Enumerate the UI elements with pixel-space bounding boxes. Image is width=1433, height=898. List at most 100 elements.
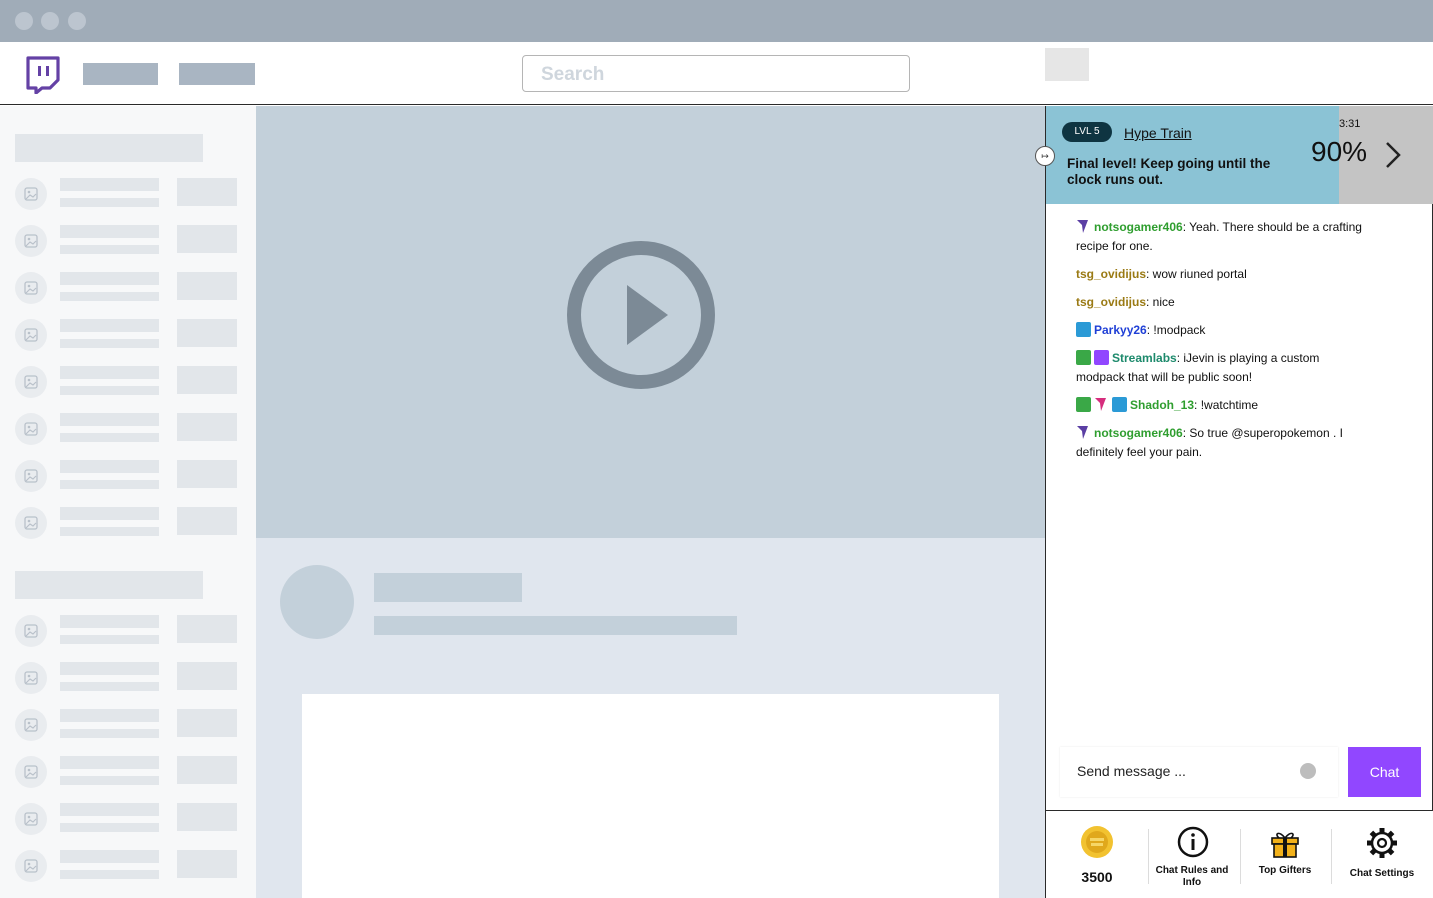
- divider: [1240, 829, 1241, 884]
- sidebar-channel-item[interactable]: [15, 507, 240, 541]
- chat-message-text: : !modpack: [1146, 323, 1206, 337]
- image-placeholder-icon: [15, 709, 47, 741]
- chat-settings-label: Chat Settings: [1349, 868, 1415, 879]
- sidebar-channel-item[interactable]: [15, 803, 240, 837]
- video-player[interactable]: [256, 106, 1045, 538]
- chat-message: tsg_ovidijus: wow riuned portal: [1076, 265, 1366, 284]
- image-placeholder-icon: [15, 225, 47, 257]
- sidebar-channel-item[interactable]: [15, 366, 240, 400]
- viewer-count-placeholder: [177, 272, 237, 300]
- emoji-icon[interactable]: [1300, 763, 1316, 779]
- sidebar: [0, 106, 256, 898]
- chevron-right-icon[interactable]: [1383, 140, 1403, 170]
- chat-settings-button[interactable]: Chat Settings: [1337, 811, 1427, 898]
- channel-title-placeholder: [374, 616, 737, 635]
- collapse-chat-icon[interactable]: ↦: [1035, 146, 1055, 166]
- sidebar-channel-item[interactable]: [15, 709, 240, 743]
- chat-message: Shadoh_13: !watchtime: [1076, 396, 1366, 415]
- sidebar-channel-item[interactable]: [15, 319, 240, 353]
- chat-message: tsg_ovidijus: nice: [1076, 293, 1366, 312]
- channel-game-placeholder: [60, 776, 159, 785]
- coins-button[interactable]: 3500: [1060, 811, 1150, 898]
- chat-username[interactable]: Shadoh_13: [1130, 398, 1194, 412]
- sidebar-channel-item[interactable]: [15, 615, 240, 649]
- sidebar-channel-item[interactable]: [15, 460, 240, 494]
- sidebar-channel-item[interactable]: [15, 662, 240, 696]
- chat-username[interactable]: Parkyy26: [1094, 323, 1147, 337]
- close-window-button[interactable]: [15, 12, 33, 30]
- nav-link-placeholder[interactable]: [83, 63, 158, 85]
- twitch-logo-icon[interactable]: [24, 56, 60, 94]
- chat-message: Parkyy26: !modpack: [1076, 321, 1366, 340]
- channel-game-placeholder: [60, 635, 159, 644]
- chat-username[interactable]: notsogamer406: [1094, 426, 1183, 440]
- chat-panel: LVL 5 Hype Train Final level! Keep going…: [1035, 106, 1433, 898]
- prime-badge-icon[interactable]: [1076, 425, 1091, 440]
- divider: [1148, 829, 1149, 884]
- chat-rules-button[interactable]: Chat Rules and Info: [1150, 811, 1240, 898]
- channel-name-placeholder: [60, 662, 159, 675]
- channel-avatar[interactable]: [280, 565, 354, 639]
- chat-message: notsogamer406: So true @superopokemon . …: [1076, 424, 1366, 462]
- image-placeholder-icon: [15, 366, 47, 398]
- sidebar-channel-item[interactable]: [15, 225, 240, 259]
- title-bar: [0, 0, 1433, 42]
- sidebar-channel-item[interactable]: [15, 413, 240, 447]
- moderator-badge-icon[interactable]: [1076, 350, 1091, 365]
- play-icon[interactable]: [565, 239, 717, 391]
- prime-badge-icon[interactable]: [1094, 397, 1109, 412]
- viewer-count-placeholder: [177, 709, 237, 737]
- hype-train-progress: 90%: [1311, 136, 1368, 167]
- info-panel: [302, 694, 999, 898]
- image-placeholder-icon: [15, 662, 47, 694]
- chat-bottom-bar: 3500 Chat Rules and Info Top Gifters Cha…: [1046, 810, 1433, 898]
- hype-train-title[interactable]: Hype Train: [1124, 125, 1192, 141]
- chat-username[interactable]: Streamlabs: [1112, 351, 1177, 365]
- sidebar-section-heading: [15, 134, 203, 162]
- coin-count: 3500: [1081, 869, 1113, 885]
- image-placeholder-icon: [15, 803, 47, 835]
- channel-game-placeholder: [60, 527, 159, 536]
- channel-name-placeholder: [60, 366, 159, 379]
- app-window: Search LVL 5 Hype Train Final level! Kee…: [0, 0, 1433, 898]
- image-placeholder-icon: [15, 319, 47, 351]
- sidebar-section-heading: [15, 571, 203, 599]
- nav-action-placeholder[interactable]: [1045, 48, 1089, 81]
- sidebar-channel-item[interactable]: [15, 850, 240, 884]
- moderator-badge-icon[interactable]: [1076, 397, 1091, 412]
- minimize-window-button[interactable]: [41, 12, 59, 30]
- top-gifters-label: Top Gifters: [1258, 865, 1312, 876]
- chat-username[interactable]: tsg_ovidijus: [1076, 295, 1146, 309]
- search-input[interactable]: Search: [522, 55, 910, 92]
- channel-name-placeholder: [374, 573, 522, 602]
- image-placeholder-icon: [15, 850, 47, 882]
- chat-send-button[interactable]: Chat: [1348, 747, 1421, 797]
- top-nav: Search: [0, 42, 1433, 105]
- top-gifters-button[interactable]: Top Gifters: [1242, 811, 1332, 898]
- sidebar-channel-item[interactable]: [15, 756, 240, 790]
- image-placeholder-icon: [15, 507, 47, 539]
- viewer-count-placeholder: [177, 803, 237, 831]
- sidebar-channel-item[interactable]: [15, 178, 240, 212]
- chat-message-text: : !watchtime: [1194, 398, 1259, 412]
- hype-train-banner[interactable]: LVL 5 Hype Train Final level! Keep going…: [1046, 106, 1433, 204]
- verified-badge-icon[interactable]: [1094, 350, 1109, 365]
- channel-name-placeholder: [60, 507, 159, 520]
- chat-username[interactable]: tsg_ovidijus: [1076, 267, 1146, 281]
- channel-game-placeholder: [60, 682, 159, 691]
- sidebar-channel-item[interactable]: [15, 272, 240, 306]
- chat-message-list: notsogamer406: Yeah. There should be a c…: [1076, 218, 1366, 471]
- image-placeholder-icon: [15, 272, 47, 304]
- chat-username[interactable]: notsogamer406: [1094, 220, 1183, 234]
- nav-link-placeholder[interactable]: [179, 63, 255, 85]
- subscriber-badge-icon[interactable]: [1112, 397, 1127, 412]
- channel-game-placeholder: [60, 870, 159, 879]
- prime-badge-icon[interactable]: [1076, 219, 1091, 234]
- hype-train-description: Final level! Keep going until the clock …: [1067, 156, 1271, 187]
- channel-name-placeholder: [60, 850, 159, 863]
- chat-input[interactable]: Send message ...: [1060, 747, 1338, 797]
- channel-game-placeholder: [60, 433, 159, 442]
- subscriber-badge-icon[interactable]: [1076, 322, 1091, 337]
- maximize-window-button[interactable]: [68, 12, 86, 30]
- viewer-count-placeholder: [177, 615, 237, 643]
